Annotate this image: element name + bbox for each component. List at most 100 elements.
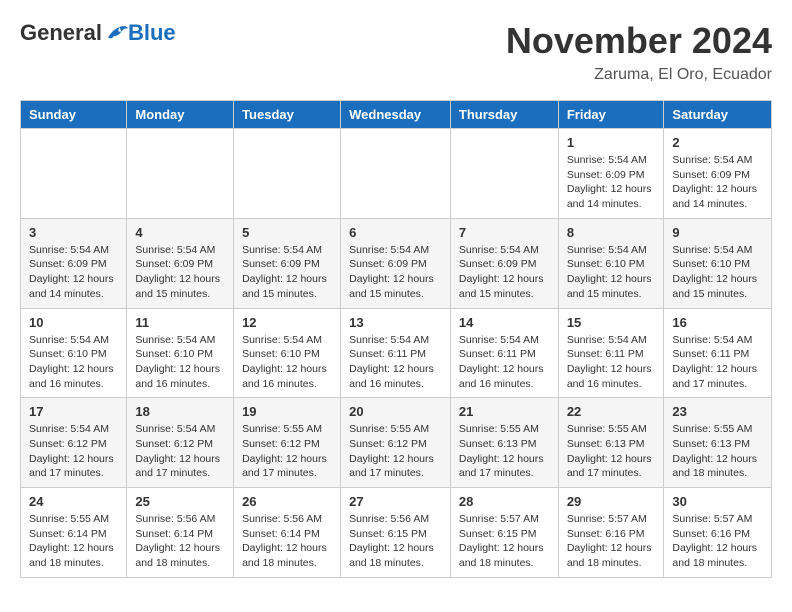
calendar-cell: 17 Sunrise: 5:54 AM Sunset: 6:12 PM Dayli… [21,398,127,488]
day-info: Sunrise: 5:54 AM Sunset: 6:12 PM Dayligh… [29,422,118,481]
calendar-cell: 24 Sunrise: 5:55 AM Sunset: 6:14 PM Dayli… [21,488,127,578]
calendar-cell: 6 Sunrise: 5:54 AM Sunset: 6:09 PM Daylig… [341,218,451,308]
day-number: 13 [349,315,442,330]
day-info: Sunrise: 5:54 AM Sunset: 6:09 PM Dayligh… [135,243,225,302]
calendar-cell: 25 Sunrise: 5:56 AM Sunset: 6:14 PM Dayli… [127,488,234,578]
logo-general-text: General [20,20,102,46]
day-number: 26 [242,494,332,509]
day-number: 27 [349,494,442,509]
day-info: Sunrise: 5:57 AM Sunset: 6:16 PM Dayligh… [672,512,763,571]
day-info: Sunrise: 5:57 AM Sunset: 6:16 PM Dayligh… [567,512,656,571]
day-info: Sunrise: 5:54 AM Sunset: 6:10 PM Dayligh… [242,333,332,392]
calendar-week-row: 1 Sunrise: 5:54 AM Sunset: 6:09 PM Daylig… [21,129,772,219]
day-number: 4 [135,225,225,240]
calendar-cell: 16 Sunrise: 5:54 AM Sunset: 6:11 PM Dayli… [664,308,772,398]
day-number: 1 [567,135,656,150]
day-number: 8 [567,225,656,240]
day-number: 23 [672,404,763,419]
day-number: 2 [672,135,763,150]
day-info: Sunrise: 5:57 AM Sunset: 6:15 PM Dayligh… [459,512,550,571]
day-info: Sunrise: 5:55 AM Sunset: 6:14 PM Dayligh… [29,512,118,571]
day-number: 9 [672,225,763,240]
day-number: 17 [29,404,118,419]
weekday-header-saturday: Saturday [664,101,772,129]
day-info: Sunrise: 5:54 AM Sunset: 6:11 PM Dayligh… [567,333,656,392]
title-area: November 2024 Zaruma, El Oro, Ecuador [506,20,772,84]
calendar-cell: 8 Sunrise: 5:54 AM Sunset: 6:10 PM Daylig… [558,218,664,308]
logo-bird-icon [104,21,128,45]
day-info: Sunrise: 5:54 AM Sunset: 6:10 PM Dayligh… [29,333,118,392]
calendar-week-row: 24 Sunrise: 5:55 AM Sunset: 6:14 PM Dayli… [21,488,772,578]
calendar-cell [21,129,127,219]
day-number: 11 [135,315,225,330]
day-number: 14 [459,315,550,330]
day-number: 19 [242,404,332,419]
weekday-header-row: SundayMondayTuesdayWednesdayThursdayFrid… [21,101,772,129]
weekday-header-sunday: Sunday [21,101,127,129]
calendar-cell: 30 Sunrise: 5:57 AM Sunset: 6:16 PM Dayli… [664,488,772,578]
day-info: Sunrise: 5:55 AM Sunset: 6:13 PM Dayligh… [672,422,763,481]
calendar-cell [127,129,234,219]
calendar-cell [341,129,451,219]
day-info: Sunrise: 5:54 AM Sunset: 6:09 PM Dayligh… [349,243,442,302]
weekday-header-friday: Friday [558,101,664,129]
day-info: Sunrise: 5:54 AM Sunset: 6:11 PM Dayligh… [349,333,442,392]
day-number: 12 [242,315,332,330]
calendar-cell: 14Sunrise: 5:54 AM Sunset: 6:11 PM Dayli… [450,308,558,398]
day-info: Sunrise: 5:54 AM Sunset: 6:09 PM Dayligh… [567,153,656,212]
calendar-week-row: 17 Sunrise: 5:54 AM Sunset: 6:12 PM Dayli… [21,398,772,488]
calendar-cell: 27 Sunrise: 5:56 AM Sunset: 6:15 PM Dayli… [341,488,451,578]
day-number: 25 [135,494,225,509]
calendar-cell: 13 Sunrise: 5:54 AM Sunset: 6:11 PM Dayli… [341,308,451,398]
day-info: Sunrise: 5:54 AM Sunset: 6:10 PM Dayligh… [135,333,225,392]
calendar-cell [450,129,558,219]
calendar-cell: 7Sunrise: 5:54 AM Sunset: 6:09 PM Daylig… [450,218,558,308]
calendar-cell: 4 Sunrise: 5:54 AM Sunset: 6:09 PM Daylig… [127,218,234,308]
calendar-cell: 28Sunrise: 5:57 AM Sunset: 6:15 PM Dayli… [450,488,558,578]
location: Zaruma, El Oro, Ecuador [506,66,772,84]
calendar-cell: 2Sunrise: 5:54 AM Sunset: 6:09 PM Daylig… [664,129,772,219]
day-number: 10 [29,315,118,330]
day-info: Sunrise: 5:56 AM Sunset: 6:14 PM Dayligh… [242,512,332,571]
calendar-week-row: 3 Sunrise: 5:54 AM Sunset: 6:09 PM Daylig… [21,218,772,308]
calendar: SundayMondayTuesdayWednesdayThursdayFrid… [20,100,772,578]
logo: General Blue [20,20,176,46]
day-number: 18 [135,404,225,419]
day-number: 22 [567,404,656,419]
logo-blue-text: Blue [128,20,176,46]
weekday-header-monday: Monday [127,101,234,129]
calendar-cell: 5Sunrise: 5:54 AM Sunset: 6:09 PM Daylig… [234,218,341,308]
day-info: Sunrise: 5:56 AM Sunset: 6:15 PM Dayligh… [349,512,442,571]
day-info: Sunrise: 5:54 AM Sunset: 6:11 PM Dayligh… [672,333,763,392]
calendar-cell: 20 Sunrise: 5:55 AM Sunset: 6:12 PM Dayli… [341,398,451,488]
day-info: Sunrise: 5:56 AM Sunset: 6:14 PM Dayligh… [135,512,225,571]
day-number: 24 [29,494,118,509]
day-number: 29 [567,494,656,509]
calendar-cell: 12 Sunrise: 5:54 AM Sunset: 6:10 PM Dayli… [234,308,341,398]
day-number: 20 [349,404,442,419]
calendar-cell: 29 Sunrise: 5:57 AM Sunset: 6:16 PM Dayli… [558,488,664,578]
calendar-cell: 3 Sunrise: 5:54 AM Sunset: 6:09 PM Daylig… [21,218,127,308]
calendar-week-row: 10 Sunrise: 5:54 AM Sunset: 6:10 PM Dayli… [21,308,772,398]
calendar-cell: 21Sunrise: 5:55 AM Sunset: 6:13 PM Dayli… [450,398,558,488]
day-number: 6 [349,225,442,240]
day-info: Sunrise: 5:54 AM Sunset: 6:10 PM Dayligh… [567,243,656,302]
day-info: Sunrise: 5:55 AM Sunset: 6:12 PM Dayligh… [242,422,332,481]
calendar-cell: 22Sunrise: 5:55 AM Sunset: 6:13 PM Dayli… [558,398,664,488]
calendar-cell: 26 Sunrise: 5:56 AM Sunset: 6:14 PM Dayli… [234,488,341,578]
calendar-cell: 15 Sunrise: 5:54 AM Sunset: 6:11 PM Dayli… [558,308,664,398]
calendar-cell: 9Sunrise: 5:54 AM Sunset: 6:10 PM Daylig… [664,218,772,308]
day-number: 16 [672,315,763,330]
month-title: November 2024 [506,20,772,62]
day-info: Sunrise: 5:54 AM Sunset: 6:12 PM Dayligh… [135,422,225,481]
day-number: 15 [567,315,656,330]
day-number: 3 [29,225,118,240]
day-number: 30 [672,494,763,509]
day-info: Sunrise: 5:54 AM Sunset: 6:09 PM Dayligh… [29,243,118,302]
calendar-cell: 10 Sunrise: 5:54 AM Sunset: 6:10 PM Dayli… [21,308,127,398]
day-number: 21 [459,404,550,419]
weekday-header-thursday: Thursday [450,101,558,129]
day-info: Sunrise: 5:54 AM Sunset: 6:09 PM Dayligh… [459,243,550,302]
day-info: Sunrise: 5:55 AM Sunset: 6:12 PM Dayligh… [349,422,442,481]
calendar-cell: 23 Sunrise: 5:55 AM Sunset: 6:13 PM Dayli… [664,398,772,488]
